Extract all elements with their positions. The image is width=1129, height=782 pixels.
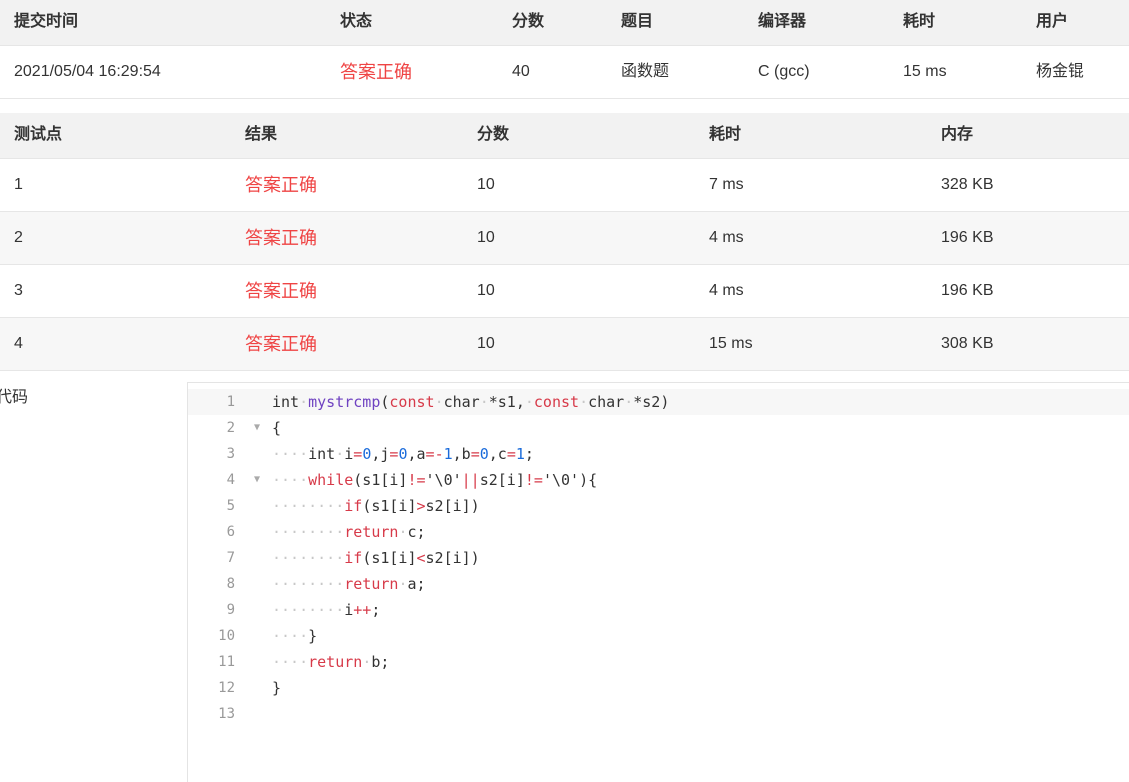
submission-header-row: 提交时间 状态 分数 题目 编译器 耗时 用户 xyxy=(0,0,1129,46)
testcase-memory: 196 KB xyxy=(941,229,994,246)
problem-link[interactable]: 函数题 xyxy=(621,46,669,98)
user-link[interactable]: 杨金锟 xyxy=(1036,46,1084,98)
compiler-value: C (gcc) xyxy=(758,63,810,80)
testcase-table: 测试点 结果 分数 耗时 内存 1 答案正确 10 7 ms 328 KB 2 … xyxy=(0,113,1129,371)
code-line[interactable]: 3 ····int·i=0,j=0,a=-1,b=0,c=1; xyxy=(188,441,1129,467)
code-text: ········return·a; xyxy=(272,575,426,593)
duration-value: 15 ms xyxy=(903,63,947,80)
testcase-result: 答案正确 xyxy=(245,228,317,248)
testcase-score: 10 xyxy=(477,335,495,352)
submission-row: 2021/05/04 16:29:54 答案正确 40 函数题 C (gcc) … xyxy=(0,46,1129,99)
code-line[interactable]: 7 ········if(s1[i]<s2[i]) xyxy=(188,545,1129,571)
code-text: ····} xyxy=(272,627,318,645)
testcase-id: 2 xyxy=(14,229,23,246)
code-line[interactable]: 9 ········i++; xyxy=(188,597,1129,623)
code-text: ········if(s1[i]>s2[i]) xyxy=(272,497,480,515)
testcase-header-row: 测试点 结果 分数 耗时 内存 xyxy=(0,113,1129,159)
testcase-time: 4 ms xyxy=(709,229,744,246)
testcase-time: 15 ms xyxy=(709,335,753,352)
code-line[interactable]: 11 ····return·b; xyxy=(188,649,1129,675)
code-line[interactable]: 2 ▼ { xyxy=(188,415,1129,441)
testcase-id: 1 xyxy=(14,176,23,193)
line-number: 6 xyxy=(226,524,235,540)
code-text: ········if(s1[i]<s2[i]) xyxy=(272,549,480,567)
line-number: 5 xyxy=(226,498,235,514)
col-score: 分数 xyxy=(477,126,510,143)
testcase-id: 4 xyxy=(14,335,23,352)
testcase-memory: 196 KB xyxy=(941,282,994,299)
testcase-id: 3 xyxy=(14,282,23,299)
line-number: 2 xyxy=(226,420,235,436)
code-line[interactable]: 10 ····} xyxy=(188,623,1129,649)
code-line[interactable]: 8 ········return·a; xyxy=(188,571,1129,597)
code-text: ····return·b; xyxy=(272,653,390,671)
line-number: 9 xyxy=(226,602,235,618)
line-number: 12 xyxy=(218,680,235,696)
col-testcase: 测试点 xyxy=(14,126,63,143)
code-text: ········i++; xyxy=(272,601,381,619)
line-number: 3 xyxy=(226,446,235,462)
code-editor[interactable]: 1 int·mystrcmp(const·char·*s1,·const·cha… xyxy=(187,382,1129,782)
code-text: { xyxy=(272,419,282,437)
line-number: 1 xyxy=(226,394,235,410)
code-text: int·mystrcmp(const·char·*s1,·const·char·… xyxy=(272,393,670,411)
code-line[interactable]: 13 xyxy=(188,701,1129,727)
code-line[interactable]: 6 ········return·c; xyxy=(188,519,1129,545)
code-text: ····int·i=0,j=0,a=-1,b=0,c=1; xyxy=(272,445,534,463)
submit-time: 2021/05/04 16:29:54 xyxy=(14,63,161,80)
col-status: 状态 xyxy=(340,13,373,30)
line-number: 7 xyxy=(226,550,235,566)
code-line[interactable]: 1 int·mystrcmp(const·char·*s1,·const·cha… xyxy=(188,389,1129,415)
code-section-label: 代码 xyxy=(0,389,29,406)
line-number: 11 xyxy=(218,654,235,670)
status-accepted: 答案正确 xyxy=(340,62,412,82)
col-score: 分数 xyxy=(512,13,545,30)
code-line[interactable]: 5 ········if(s1[i]>s2[i]) xyxy=(188,493,1129,519)
score-value: 40 xyxy=(512,63,530,80)
code-text: ········return·c; xyxy=(272,523,426,541)
table-row: 4 答案正确 10 15 ms 308 KB xyxy=(0,318,1129,371)
testcase-score: 10 xyxy=(477,176,495,193)
code-line[interactable]: 12 } xyxy=(188,675,1129,701)
testcase-score: 10 xyxy=(477,229,495,246)
col-user: 用户 xyxy=(1036,13,1069,30)
testcase-memory: 308 KB xyxy=(941,335,994,352)
table-row: 3 答案正确 10 4 ms 196 KB xyxy=(0,265,1129,318)
testcase-result: 答案正确 xyxy=(245,281,317,301)
code-line[interactable]: 4 ▼ ····while(s1[i]!='\0'||s2[i]!='\0'){ xyxy=(188,467,1129,493)
table-row: 2 答案正确 10 4 ms 196 KB xyxy=(0,212,1129,265)
col-duration: 耗时 xyxy=(903,13,936,30)
col-submit-time: 提交时间 xyxy=(14,13,79,30)
testcase-time: 4 ms xyxy=(709,282,744,299)
line-number: 13 xyxy=(218,706,235,722)
code-text: } xyxy=(272,679,282,697)
col-time: 耗时 xyxy=(709,126,742,143)
table-row: 1 答案正确 10 7 ms 328 KB xyxy=(0,159,1129,212)
col-problem: 题目 xyxy=(621,13,654,30)
testcase-score: 10 xyxy=(477,282,495,299)
line-number: 4 xyxy=(226,472,235,488)
testcase-result: 答案正确 xyxy=(245,175,317,195)
fold-arrow-icon[interactable]: ▼ xyxy=(254,415,260,441)
testcase-result: 答案正确 xyxy=(245,334,317,354)
testcase-time: 7 ms xyxy=(709,176,744,193)
col-memory: 内存 xyxy=(941,126,974,143)
line-number: 10 xyxy=(218,628,235,644)
submission-table: 提交时间 状态 分数 题目 编译器 耗时 用户 2021/05/04 16:29… xyxy=(0,0,1129,99)
col-compiler: 编译器 xyxy=(758,13,807,30)
col-result: 结果 xyxy=(245,126,278,143)
line-number: 8 xyxy=(226,576,235,592)
testcase-memory: 328 KB xyxy=(941,176,994,193)
code-text: ····while(s1[i]!='\0'||s2[i]!='\0'){ xyxy=(272,471,598,489)
fold-arrow-icon[interactable]: ▼ xyxy=(254,467,260,493)
